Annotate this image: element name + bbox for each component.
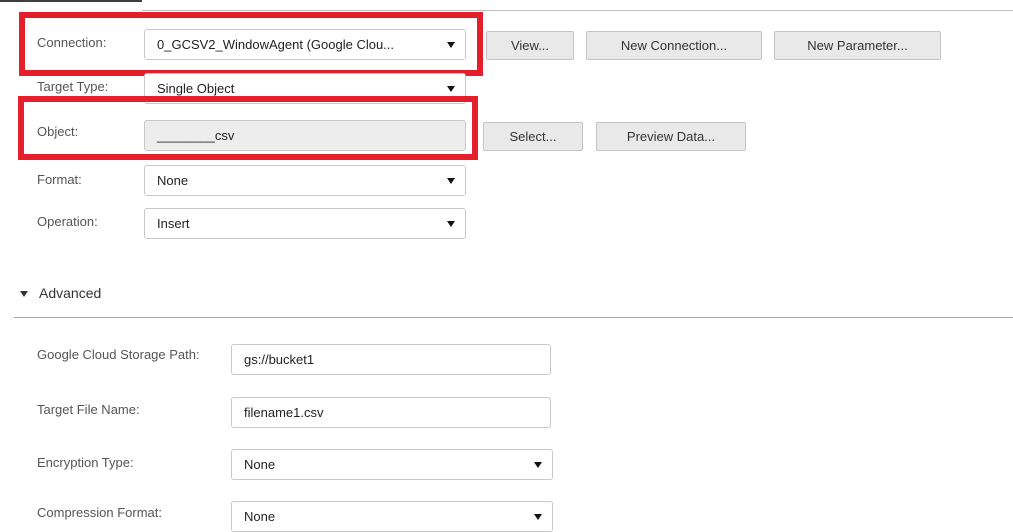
top-divider-accent (0, 0, 142, 2)
top-divider (142, 10, 1013, 11)
select-object-button[interactable]: Select... (483, 122, 583, 151)
new-connection-button[interactable]: New Connection... (586, 31, 762, 60)
target-type-value: Single Object (157, 81, 235, 96)
view-button[interactable]: View... (486, 31, 574, 60)
gcs-path-value: gs://bucket1 (244, 352, 315, 367)
chevron-down-icon (534, 514, 542, 520)
encryption-type-select[interactable]: None (231, 449, 553, 480)
encryption-type-value: None (244, 457, 276, 472)
advanced-divider (14, 317, 1013, 318)
target-file-name-label: Target File Name: (37, 402, 140, 417)
connection-highlight-box (19, 12, 483, 76)
format-select[interactable]: None (144, 165, 466, 196)
chevron-down-icon (534, 462, 542, 468)
collapse-caret-icon[interactable] (20, 291, 28, 297)
gcs-path-label: Google Cloud Storage Path: (37, 347, 200, 362)
chevron-down-icon (447, 86, 455, 92)
encryption-type-label: Encryption Type: (37, 455, 134, 470)
target-type-label: Target Type: (37, 79, 109, 94)
format-label: Format: (37, 172, 82, 187)
object-highlight-box (18, 96, 478, 160)
compression-format-value: None (244, 509, 276, 524)
new-parameter-button[interactable]: New Parameter... (774, 31, 941, 60)
operation-value: Insert (157, 216, 190, 231)
operation-label: Operation: (37, 214, 98, 229)
advanced-section-toggle[interactable]: Advanced (39, 285, 101, 301)
preview-data-button[interactable]: Preview Data... (596, 122, 746, 151)
chevron-down-icon (447, 178, 455, 184)
gcs-path-input[interactable]: gs://bucket1 (231, 344, 551, 375)
compression-format-select[interactable]: None (231, 501, 553, 532)
target-file-name-value: filename1.csv (244, 405, 324, 420)
operation-select[interactable]: Insert (144, 208, 466, 239)
target-file-name-input[interactable]: filename1.csv (231, 397, 551, 428)
format-value: None (157, 173, 189, 188)
compression-format-label: Compression Format: (37, 505, 162, 520)
chevron-down-icon (447, 221, 455, 227)
